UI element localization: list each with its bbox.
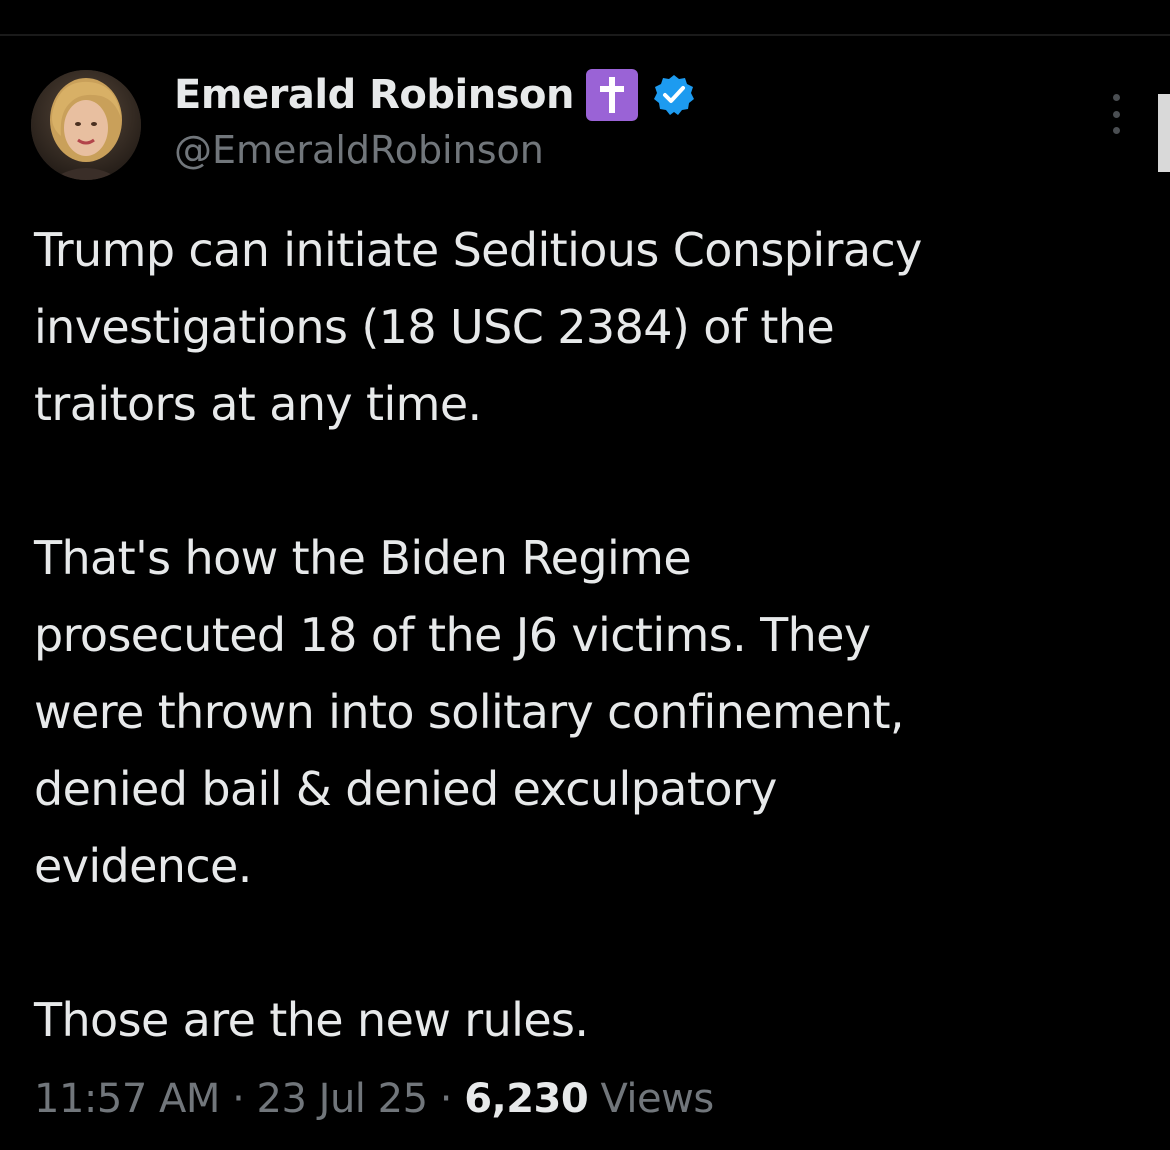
text-line: traitors at any time. [34, 377, 482, 431]
text-line: Those are the new rules. [34, 993, 589, 1047]
tweet-paragraph: That's how the Biden Regime prosecuted 1… [34, 520, 1144, 905]
meta-separator: · [232, 1076, 245, 1122]
meta-separator: · [439, 1076, 453, 1122]
more-dot [1112, 94, 1120, 101]
tweet-date[interactable]: 23 Jul 25 [257, 1076, 429, 1122]
text-line: investigations (18 USC 2384) of the [34, 300, 835, 354]
verified-badge-icon[interactable] [652, 73, 696, 117]
tweet-time[interactable]: 11:57 AM [34, 1076, 220, 1122]
more-options-icon[interactable] [1103, 94, 1129, 134]
tweet-paragraph: Those are the new rules. [34, 982, 1144, 1059]
text-line: prosecuted 18 of the J6 victims. They [34, 608, 871, 662]
more-dot [1112, 110, 1120, 118]
tweet-header: Emerald Robinson @EmeraldRobinson [174, 66, 696, 172]
tweet-meta: 11:57 AM · 23 Jul 25 · 6,230 Views [34, 1076, 714, 1122]
scrollbar[interactable] [1158, 94, 1170, 172]
name-row: Emerald Robinson [174, 66, 696, 124]
views-count: 6,230 [464, 1076, 589, 1122]
text-line: denied bail & denied exculpatory [34, 762, 777, 816]
text-line: Trump can initiate Seditious Conspiracy [34, 223, 922, 277]
top-divider [0, 34, 1170, 36]
tweet-paragraph: Trump can initiate Seditious Conspiracy … [34, 212, 1144, 443]
more-dot [1112, 127, 1120, 134]
text-line: were thrown into solitary confinement, [34, 685, 905, 739]
tweet-text: Trump can initiate Seditious Conspiracy … [34, 212, 1144, 1059]
avatar[interactable] [31, 70, 141, 180]
display-name[interactable]: Emerald Robinson [174, 72, 575, 118]
views-label: Views [600, 1076, 714, 1122]
avatar-image [31, 70, 141, 180]
user-handle[interactable]: @EmeraldRobinson [174, 128, 696, 172]
latin-cross-icon [586, 69, 638, 121]
text-line: evidence. [34, 839, 252, 893]
text-line: That's how the Biden Regime [34, 531, 692, 585]
